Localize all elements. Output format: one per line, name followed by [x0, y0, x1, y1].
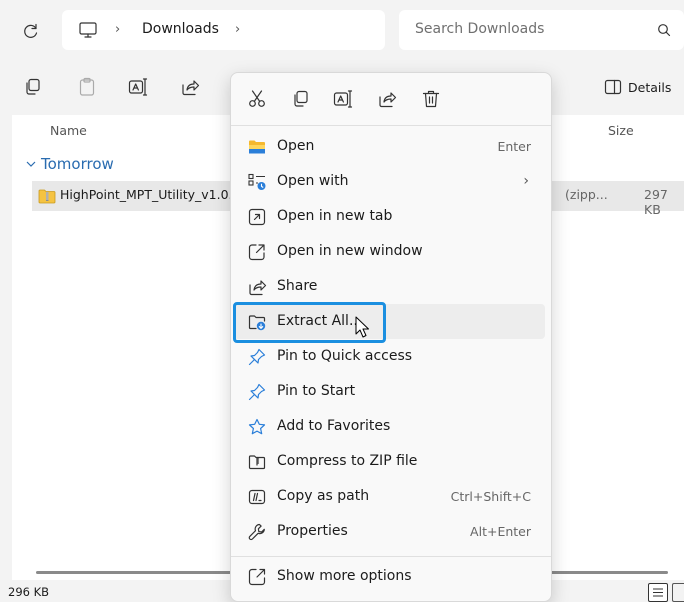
- menu-item-label: Open in new tab: [277, 208, 393, 224]
- menu-item-pin-to-quick-access[interactable]: Pin to Quick access: [233, 339, 545, 374]
- menu-item-shortcut: Alt+Enter: [470, 524, 531, 539]
- menu-item-open-with[interactable]: Open with ›: [233, 164, 545, 199]
- pin-icon: [248, 348, 266, 366]
- context-menu-quick-actions: [231, 73, 551, 125]
- folder-icon: [249, 140, 265, 154]
- menu-item-label: Open in new window: [277, 243, 423, 259]
- column-header-name[interactable]: Name: [50, 123, 87, 138]
- submenu-chevron-icon: ›: [523, 173, 529, 189]
- share-button[interactable]: [179, 76, 201, 98]
- rename-button[interactable]: [127, 76, 149, 98]
- copy-button[interactable]: [22, 76, 44, 98]
- breadcrumb[interactable]: › Downloads ›: [62, 10, 385, 50]
- star-icon: [248, 418, 266, 435]
- menu-item-shortcut: Enter: [497, 139, 531, 154]
- chevron-down-icon: [26, 161, 36, 167]
- menu-item-label: Compress to ZIP file: [277, 453, 418, 469]
- new-tab-icon: [248, 208, 266, 226]
- menu-item-label: Open with: [277, 173, 349, 189]
- details-pane-button[interactable]: Details: [604, 74, 671, 100]
- menu-item-open[interactable]: Open Enter: [233, 129, 545, 164]
- menu-item-label: Open: [277, 138, 315, 154]
- copy-icon: [294, 90, 308, 107]
- menu-item-share[interactable]: Share: [233, 269, 545, 304]
- address-row: › Downloads › Search Downloads: [0, 0, 684, 60]
- share-button[interactable]: [376, 88, 398, 110]
- menu-item-compress-to-zip[interactable]: Compress to ZIP file: [233, 444, 545, 479]
- menu-item-add-to-favorites[interactable]: Add to Favorites: [233, 409, 545, 444]
- menu-item-open-in-new-window[interactable]: Open in new window: [233, 234, 545, 269]
- cut-button[interactable]: [246, 88, 268, 110]
- menu-separator: [231, 556, 551, 557]
- tiles-view-button[interactable]: [672, 583, 684, 602]
- file-name: HighPoint_MPT_Utility_v1.0.21: [60, 187, 249, 202]
- menu-item-properties[interactable]: Properties Alt+Enter: [233, 514, 545, 549]
- copy-button[interactable]: [290, 88, 312, 110]
- copy-icon: [26, 78, 40, 95]
- more-options-icon: [248, 568, 266, 586]
- menu-separator: [231, 125, 551, 126]
- breadcrumb-location[interactable]: Downloads: [142, 21, 219, 37]
- details-pane-icon: [604, 79, 622, 95]
- open-with-icon: [248, 173, 266, 190]
- menu-item-open-in-new-tab[interactable]: Open in new tab: [233, 199, 545, 234]
- menu-item-label: Share: [277, 278, 318, 294]
- list-view-icon: [653, 588, 663, 597]
- menu-item-label: Pin to Start: [277, 383, 356, 399]
- menu-item-label: Properties: [277, 523, 348, 539]
- zip-icon: [248, 455, 266, 470]
- file-type: (zipp...: [565, 187, 608, 202]
- paste-icon: [79, 77, 95, 96]
- search-placeholder: Search Downloads: [415, 21, 545, 37]
- menu-item-copy-as-path[interactable]: Copy as path Ctrl+Shift+C: [233, 479, 545, 514]
- menu-item-pin-to-start[interactable]: Pin to Start: [233, 374, 545, 409]
- copy-path-icon: [248, 489, 266, 505]
- this-pc-icon[interactable]: [78, 21, 98, 39]
- delete-button[interactable]: [420, 88, 442, 110]
- search-input[interactable]: Search Downloads: [399, 10, 684, 50]
- search-icon[interactable]: [657, 23, 671, 37]
- refresh-button[interactable]: [20, 20, 42, 42]
- mouse-cursor-icon: [355, 316, 369, 338]
- paste-button[interactable]: [76, 76, 98, 98]
- cut-icon: [249, 90, 265, 107]
- new-window-icon: [248, 244, 265, 261]
- rename-button[interactable]: [332, 88, 354, 110]
- delete-icon: [422, 90, 440, 108]
- menu-item-label: Show more options: [277, 568, 412, 584]
- group-header[interactable]: Tomorrow: [26, 155, 114, 173]
- breadcrumb-chevron-icon[interactable]: ›: [235, 22, 240, 37]
- rename-icon: [333, 90, 353, 108]
- file-size: 297 KB: [644, 187, 668, 217]
- menu-item-label: Pin to Quick access: [277, 348, 413, 364]
- menu-item-show-more-options[interactable]: Show more options: [233, 559, 545, 594]
- column-header-size[interactable]: Size: [608, 123, 634, 138]
- group-header-label: Tomorrow: [41, 155, 114, 173]
- share-icon: [379, 92, 397, 108]
- rename-icon: [128, 78, 148, 96]
- details-view-button[interactable]: [648, 583, 668, 602]
- zip-folder-icon: [38, 189, 56, 204]
- details-label: Details: [628, 79, 672, 95]
- menu-item-shortcut: Ctrl+Shift+C: [450, 489, 531, 504]
- selection-size: 296 KB: [8, 585, 50, 599]
- menu-item-label: Copy as path: [277, 488, 370, 504]
- breadcrumb-chevron-icon[interactable]: ›: [115, 22, 120, 37]
- menu-item-label: Add to Favorites: [277, 418, 391, 434]
- refresh-icon: [24, 23, 38, 38]
- share-icon: [249, 280, 267, 296]
- share-icon: [182, 80, 200, 96]
- pin-icon: [248, 383, 266, 401]
- wrench-icon: [248, 523, 265, 541]
